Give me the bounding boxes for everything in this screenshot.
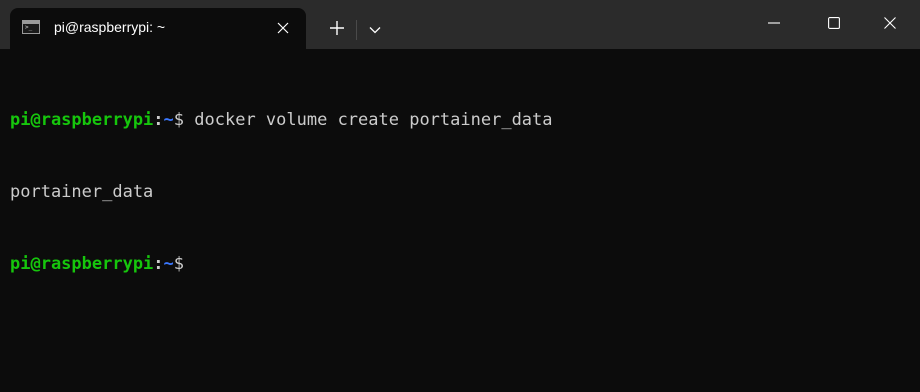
prompt-dollar: $ <box>173 254 185 274</box>
terminal-line: pi@raspberrypi:~$ <box>10 252 920 276</box>
plus-icon <box>330 20 344 40</box>
prompt-dollar: $ <box>173 110 185 130</box>
terminal-line: pi@raspberrypi:~$ docker volume create p… <box>10 108 920 132</box>
terminal-output[interactable]: pi@raspberrypi:~$ docker volume create p… <box>10 60 920 324</box>
prompt-path: ~ <box>163 110 174 130</box>
prompt-user: pi@raspberrypi <box>10 254 154 274</box>
chevron-down-icon <box>369 21 381 39</box>
terminal-icon-prompt: >_ <box>25 24 33 31</box>
tab-close-icon[interactable] <box>272 17 294 39</box>
maximize-icon <box>828 16 840 34</box>
minimize-button[interactable] <box>751 0 797 49</box>
close-button[interactable] <box>867 0 913 49</box>
command-text: docker volume create portainer_data <box>184 110 553 130</box>
tab-dropdown-button[interactable] <box>358 14 392 46</box>
prompt-colon: : <box>153 110 164 130</box>
terminal-cursor <box>184 254 194 272</box>
title-bar: >_ pi@raspberrypi: ~ <box>0 0 920 49</box>
prompt-user: pi@raspberrypi <box>10 110 154 130</box>
terminal-icon: >_ <box>22 20 40 34</box>
tab-title: pi@raspberrypi: ~ <box>54 19 166 35</box>
prompt-path: ~ <box>163 254 174 274</box>
prompt-colon: : <box>153 254 164 274</box>
output-text: portainer_data <box>10 182 154 202</box>
titlebar-separator <box>356 20 357 40</box>
tab-terminal[interactable]: >_ pi@raspberrypi: ~ <box>10 8 306 49</box>
close-icon <box>884 16 896 34</box>
maximize-button[interactable] <box>811 0 857 49</box>
new-tab-button[interactable] <box>320 14 354 46</box>
terminal-line: portainer_data <box>10 180 920 204</box>
minimize-icon <box>768 16 780 34</box>
terminal-window: >_ pi@raspberrypi: ~ pi@raspberrypi:~$ d… <box>0 0 920 392</box>
